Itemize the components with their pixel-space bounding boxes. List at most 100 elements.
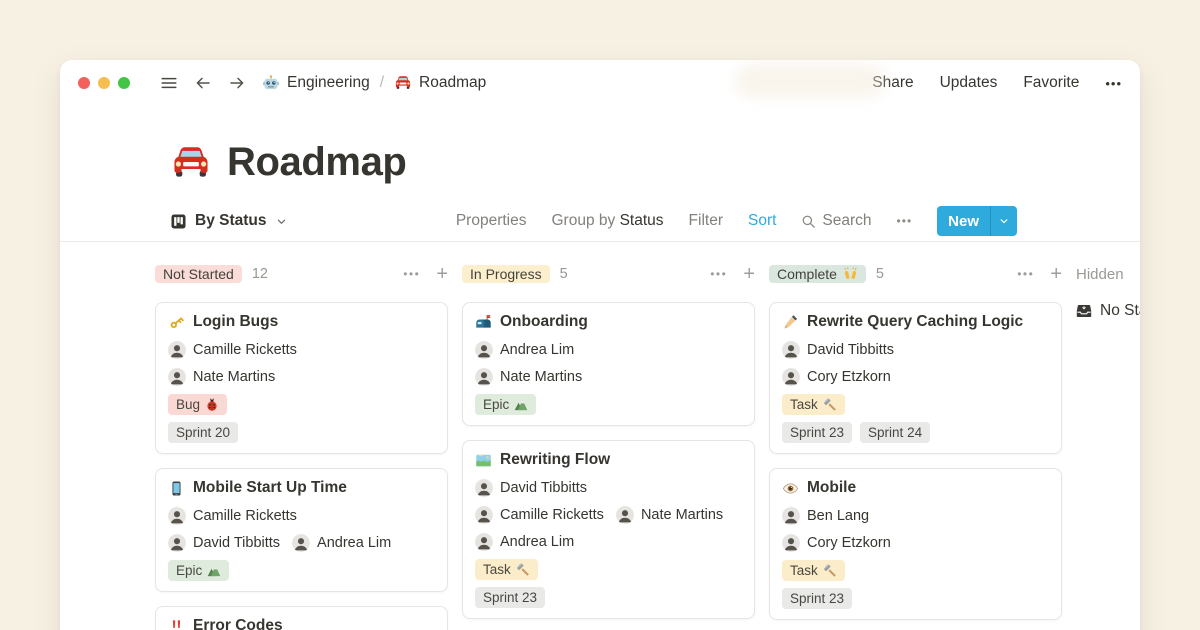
avatar xyxy=(168,368,186,386)
breadcrumb: Engineering / Roadmap xyxy=(262,74,486,92)
inbox-icon xyxy=(1076,303,1092,319)
column-cards: Rewrite Query Caching LogicDavid Tibbitt… xyxy=(769,302,1062,620)
filter-button[interactable]: Filter xyxy=(689,212,723,230)
card-tag-row: Sprint 23 xyxy=(475,587,742,608)
hammer-icon xyxy=(516,563,530,577)
tag-label: Sprint 20 xyxy=(176,425,230,440)
tag-label: Task xyxy=(790,563,818,578)
share-button[interactable]: Share xyxy=(872,74,913,92)
person-cory-etzkorn: Cory Etzkorn xyxy=(782,368,891,386)
kanban-card-mobile-start-up-time[interactable]: Mobile Start Up Time Camille Ricketts Davi… xyxy=(155,468,448,592)
zoom-window-button[interactable] xyxy=(118,77,130,89)
column-status-label: Complete xyxy=(777,266,837,282)
card-title: Onboarding xyxy=(500,313,588,331)
minimize-window-button[interactable] xyxy=(98,77,110,89)
group-by-button[interactable]: Group by Status xyxy=(552,212,664,230)
view-toolbar-menu: Properties Group by Status Filter Sort S… xyxy=(456,206,1017,236)
tag-label: Task xyxy=(790,397,818,412)
card-people-row: Camille RickettsNate Martins xyxy=(475,505,742,525)
person-name: Andrea Lim xyxy=(500,534,574,550)
column-status-pill[interactable]: In Progress xyxy=(462,265,550,283)
column-add-card-button[interactable]: + xyxy=(1050,264,1062,284)
column-header: Not Started 12 ••• + xyxy=(155,262,448,286)
search-label: Search xyxy=(822,212,871,230)
column-more-button[interactable]: ••• xyxy=(710,267,727,281)
sort-button[interactable]: Sort xyxy=(748,212,776,230)
card-title: Mobile Start Up Time xyxy=(193,479,347,497)
mountain-icon xyxy=(514,398,528,412)
kanban-card-login-bugs[interactable]: Login BugsCamille RickettsNate MartinsBu… xyxy=(155,302,448,454)
person-name: Andrea Lim xyxy=(317,535,391,551)
new-button[interactable]: New xyxy=(937,206,990,236)
board-column-hidden: Hidden No Status xyxy=(1076,262,1140,320)
breadcrumb-label: Roadmap xyxy=(419,74,486,92)
avatar xyxy=(782,341,800,359)
card-tag-row: Task xyxy=(475,559,742,580)
forward-arrow-icon xyxy=(228,74,246,92)
tag-task: Task xyxy=(782,560,845,581)
person-nate-martins: Nate Martins xyxy=(168,368,275,386)
car-icon[interactable] xyxy=(170,142,212,184)
card-people-row: Camille Ricketts xyxy=(168,506,435,526)
column-more-button[interactable]: ••• xyxy=(403,267,420,281)
person-name: Cory Etzkorn xyxy=(807,535,891,551)
back-button[interactable] xyxy=(192,72,214,94)
kanban-card-rewrite-query-caching-logic[interactable]: Rewrite Query Caching LogicDavid Tibbitt… xyxy=(769,302,1062,454)
card-people-row: David TibbittsAndrea Lim xyxy=(168,533,435,553)
view-switcher[interactable]: By Status xyxy=(170,212,288,230)
person-name: Nate Martins xyxy=(193,369,275,385)
forward-button[interactable] xyxy=(226,72,248,94)
board-view-icon xyxy=(170,213,187,230)
card-title-row: Rewriting Flow xyxy=(475,449,742,471)
breadcrumb-label: Engineering xyxy=(287,74,370,92)
card-title-row: Rewrite Query Caching Logic xyxy=(782,311,1049,333)
kanban-card-mobile[interactable]: MobileBen LangCory EtzkornTaskSprint 23 xyxy=(769,468,1062,620)
search-button[interactable]: Search xyxy=(801,212,871,230)
hidden-group-no-status[interactable]: No Status xyxy=(1076,302,1140,320)
card-tag-row: Epic xyxy=(168,560,435,581)
person-name: Andrea Lim xyxy=(500,342,574,358)
breadcrumb-item-roadmap[interactable]: Roadmap xyxy=(394,74,486,92)
tag-sprint-20: Sprint 20 xyxy=(168,422,238,443)
card-people-row: David Tibbitts xyxy=(475,478,742,498)
view-toolbar: By Status Properties Group by Status Fil… xyxy=(170,201,1017,241)
hover-highlight-artifact xyxy=(735,65,885,97)
column-add-card-button[interactable]: + xyxy=(436,264,448,284)
column-status-pill[interactable]: Not Started xyxy=(155,265,242,283)
kanban-card-error-codes[interactable]: Error Codes xyxy=(155,606,448,630)
person-ben-lang: Ben Lang xyxy=(782,507,869,525)
kanban-card-rewriting-flow[interactable]: Rewriting Flow David Tibbitts Camille Rick… xyxy=(462,440,755,619)
kanban-card-onboarding[interactable]: OnboardingAndrea LimNate MartinsEpic xyxy=(462,302,755,426)
avatar xyxy=(782,368,800,386)
window-controls xyxy=(78,77,138,89)
updates-button[interactable]: Updates xyxy=(940,74,998,92)
person-cory-etzkorn: Cory Etzkorn xyxy=(782,534,891,552)
favorite-button[interactable]: Favorite xyxy=(1023,74,1079,92)
card-title-row: Mobile Start Up Time xyxy=(168,477,435,499)
properties-button[interactable]: Properties xyxy=(456,212,527,230)
column-add-card-button[interactable]: + xyxy=(743,264,755,284)
column-more-button[interactable]: ••• xyxy=(1017,267,1034,281)
sidebar-menu-button[interactable] xyxy=(158,72,180,94)
column-status-label: Not Started xyxy=(163,266,234,282)
hidden-groups-label: Hidden xyxy=(1076,262,1140,286)
back-arrow-icon xyxy=(194,74,212,92)
column-count: 12 xyxy=(252,266,268,282)
group-by-value: Status xyxy=(620,212,664,229)
card-people-row: Cory Etzkorn xyxy=(782,367,1049,387)
column-status-pill[interactable]: Complete xyxy=(769,265,866,283)
column-actions: ••• + xyxy=(710,264,755,284)
new-dropdown-button[interactable] xyxy=(990,206,1017,236)
close-window-button[interactable] xyxy=(78,77,90,89)
more-options-button[interactable]: ••• xyxy=(1105,76,1122,91)
page-title: Roadmap xyxy=(227,140,406,185)
person-name: Camille Ricketts xyxy=(193,342,297,358)
person-name: Ben Lang xyxy=(807,508,869,524)
view-more-button[interactable]: ••• xyxy=(897,214,913,228)
person-name: Nate Martins xyxy=(500,369,582,385)
tag-label: Task xyxy=(483,562,511,577)
tag-epic: Epic xyxy=(168,560,229,581)
breadcrumb-item-engineering[interactable]: Engineering xyxy=(262,74,370,92)
card-tag-row: Task xyxy=(782,394,1049,415)
avatar xyxy=(168,507,186,525)
